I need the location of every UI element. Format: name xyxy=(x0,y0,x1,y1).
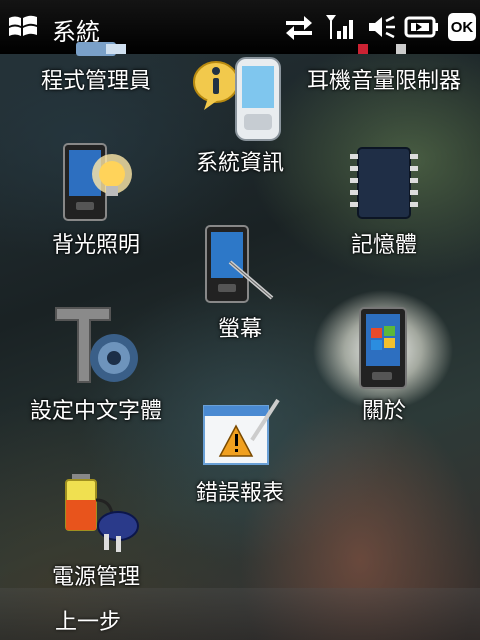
program-manager-item[interactable]: 程式管理員 xyxy=(16,42,176,154)
headset-volume-limiter-item[interactable]: 耳機音量限制器 xyxy=(304,44,464,154)
ok-button[interactable]: OK xyxy=(448,13,476,41)
power-management-item[interactable]: 電源管理 xyxy=(16,470,176,594)
item-label: 關於 xyxy=(361,399,406,424)
error-report-icon xyxy=(203,398,280,465)
item-label: 錯誤報表 xyxy=(195,481,284,506)
item-label: 記憶體 xyxy=(350,233,417,258)
power-management-icon xyxy=(65,474,139,552)
memory-item[interactable]: 記憶體 xyxy=(304,140,464,264)
system-info-item[interactable]: 系統資訊 xyxy=(160,54,320,184)
windows-start-icon[interactable] xyxy=(6,10,40,44)
item-label: 設定中文字體 xyxy=(29,399,162,424)
system-info-icon xyxy=(193,57,281,141)
item-label: 螢幕 xyxy=(217,317,262,342)
item-label: 程式管理員 xyxy=(40,69,151,94)
chinese-font-settings-icon xyxy=(55,307,138,383)
backlight-icon xyxy=(63,143,132,221)
about-icon xyxy=(359,307,407,389)
item-label: 背光照明 xyxy=(51,233,140,258)
chinese-font-settings-item[interactable]: 設定中文字體 xyxy=(16,304,176,428)
sync-arrows-icon[interactable] xyxy=(282,12,316,42)
back-softkey[interactable]: 上一步 xyxy=(55,604,121,636)
screen-icon xyxy=(205,225,274,303)
error-report-item[interactable]: 錯誤報表 xyxy=(160,392,320,516)
backlight-item[interactable]: 背光照明 xyxy=(16,140,176,264)
about-item[interactable]: 關於 xyxy=(304,304,464,428)
item-label: 系統資訊 xyxy=(195,151,284,176)
item-label: 耳機音量限制器 xyxy=(306,69,461,94)
memory-icon xyxy=(350,147,418,219)
screen-item[interactable]: 螢幕 xyxy=(160,222,320,346)
